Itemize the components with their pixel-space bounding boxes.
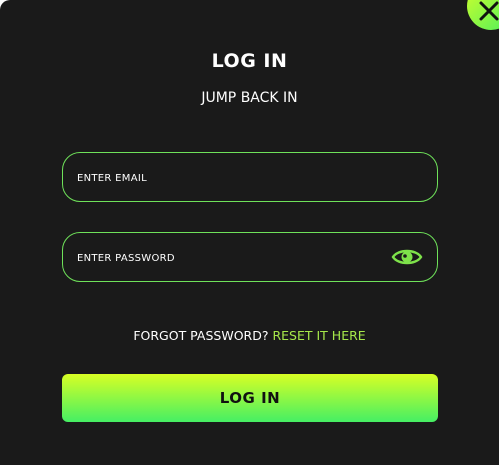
dialog-title: LOG IN — [211, 50, 288, 72]
password-field[interactable] — [75, 233, 379, 283]
password-field-container — [62, 232, 438, 283]
forgot-password-row: FORGOT PASSWORD? RESET IT HERE — [0, 328, 499, 343]
email-field-container — [62, 152, 438, 203]
close-button[interactable] — [467, 0, 499, 30]
reset-password-link[interactable]: RESET IT HERE — [272, 328, 365, 343]
dialog-subtitle: JUMP BACK IN — [201, 90, 298, 106]
email-field[interactable] — [75, 153, 379, 203]
show-password-button[interactable] — [391, 245, 423, 269]
login-dialog: LOG IN JUMP BACK IN FORGOT PASSWORD? RES… — [0, 0, 499, 465]
close-icon — [479, 1, 499, 21]
login-button[interactable]: LOG IN — [62, 374, 438, 422]
eye-icon — [391, 249, 423, 265]
forgot-password-prompt: FORGOT PASSWORD? — [133, 328, 269, 343]
